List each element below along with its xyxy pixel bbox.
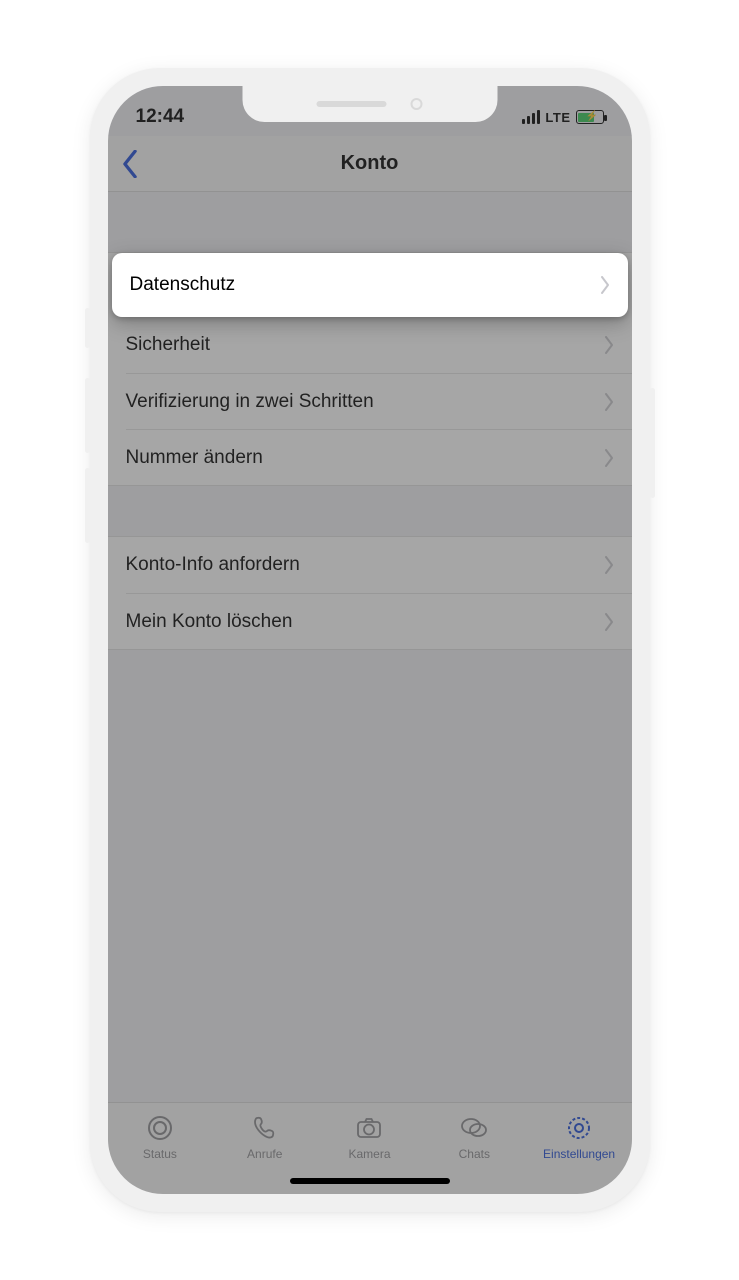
row-label: Datenschutz — [130, 274, 236, 296]
tab-label: Anrufe — [247, 1147, 282, 1161]
home-indicator[interactable] — [290, 1178, 450, 1184]
chevron-right-icon — [604, 449, 614, 467]
tab-status[interactable]: Status — [108, 1103, 213, 1194]
chevron-left-icon — [122, 150, 138, 178]
front-camera — [411, 98, 423, 110]
tab-label: Kamera — [348, 1147, 390, 1161]
status-time: 12:44 — [136, 106, 185, 128]
gear-icon — [564, 1113, 594, 1143]
chevron-right-icon — [600, 276, 610, 294]
chevron-right-icon — [604, 393, 614, 411]
row-label: Sicherheit — [126, 334, 211, 356]
phone-frame: 12:44 LTE ⚡ Konto Datenschutz Sich — [90, 68, 650, 1212]
chevron-right-icon — [604, 556, 614, 574]
row-delete-account[interactable]: Mein Konto löschen — [126, 593, 632, 649]
settings-group: Datenschutz Sicherheit Verifizierung in … — [108, 252, 632, 486]
row-label: Verifizierung in zwei Schritten — [126, 391, 374, 413]
signal-icon — [522, 110, 540, 124]
settings-group: Konto-Info anfordern Mein Konto löschen — [108, 536, 632, 650]
tab-label: Einstellungen — [543, 1147, 615, 1161]
row-label: Konto-Info anfordern — [126, 554, 300, 576]
tab-label: Status — [143, 1147, 177, 1161]
row-privacy[interactable]: Datenschutz — [112, 253, 628, 317]
status-icon — [145, 1113, 175, 1143]
row-security[interactable]: Sicherheit — [108, 317, 632, 373]
side-button — [85, 308, 90, 348]
row-change-number[interactable]: Nummer ändern — [126, 429, 632, 485]
row-request-account-info[interactable]: Konto-Info anfordern — [108, 537, 632, 593]
row-label: Mein Konto löschen — [126, 611, 293, 633]
settings-content: Datenschutz Sicherheit Verifizierung in … — [108, 192, 632, 1194]
phone-icon — [250, 1113, 280, 1143]
camera-icon — [354, 1113, 384, 1143]
chats-icon — [459, 1113, 489, 1143]
side-button — [650, 388, 655, 498]
tab-settings[interactable]: Einstellungen — [527, 1103, 632, 1194]
screen: 12:44 LTE ⚡ Konto Datenschutz Sich — [108, 86, 632, 1194]
speaker — [317, 101, 387, 107]
battery-icon: ⚡ — [576, 110, 604, 124]
side-button — [85, 378, 90, 453]
side-button — [85, 468, 90, 543]
row-label: Nummer ändern — [126, 447, 263, 469]
back-button[interactable] — [122, 150, 138, 178]
notch — [242, 86, 497, 122]
tab-label: Chats — [459, 1147, 490, 1161]
page-title: Konto — [341, 152, 399, 175]
network-label: LTE — [545, 110, 570, 125]
nav-header: Konto — [108, 136, 632, 192]
row-two-step-verification[interactable]: Verifizierung in zwei Schritten — [126, 373, 632, 429]
chevron-right-icon — [604, 336, 614, 354]
chevron-right-icon — [604, 613, 614, 631]
